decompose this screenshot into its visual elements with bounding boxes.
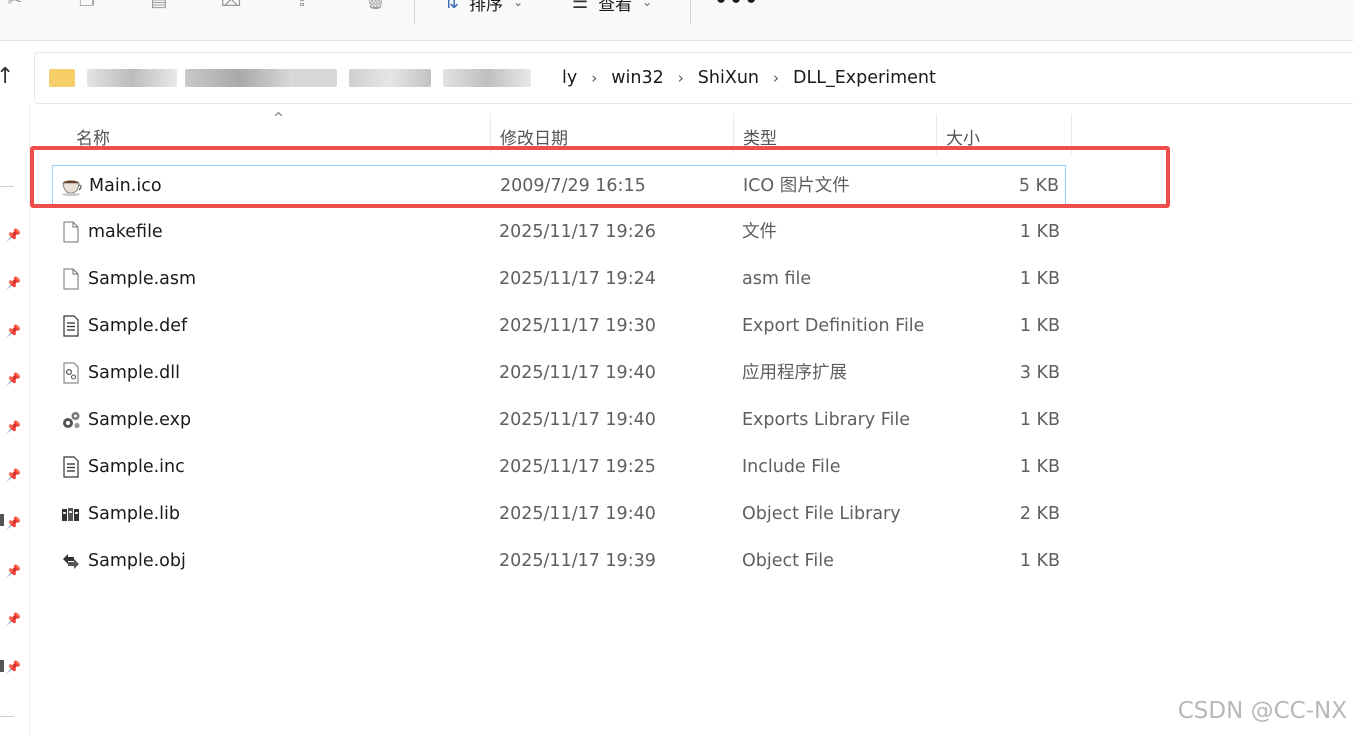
file-name: makefile: [88, 222, 163, 242]
sort-button[interactable]: ⇅ 排序 ⌄: [444, 0, 524, 15]
nav-item-clipped[interactable]: [0, 660, 4, 672]
file-size: 1 KB: [1019, 316, 1060, 336]
navigation-pane: 📌 📌 📌 📌 📌 📌 📌 📌 📌 📌: [0, 104, 30, 735]
blurred-crumb: [185, 69, 295, 87]
highlight-annotation-box: [30, 146, 1170, 208]
file-type: Include File: [742, 457, 841, 477]
file-row-sample-asm[interactable]: Sample.asm 2025/11/17 19:24 asm file 1 K…: [52, 259, 1066, 299]
chevron-down-icon: ⌄: [513, 0, 524, 9]
blurred-crumb: [87, 69, 177, 87]
copy-icon[interactable]: ❐: [76, 0, 98, 10]
file-date: 2025/11/17 19:24: [499, 269, 656, 289]
pin-icon[interactable]: 📌: [6, 516, 21, 530]
file-type: 文件: [742, 222, 777, 242]
chevron-right-icon[interactable]: ›: [678, 69, 684, 87]
chevron-right-icon[interactable]: ›: [773, 69, 779, 87]
file-date: 2025/11/17 19:39: [499, 551, 656, 571]
cut-icon[interactable]: ✂: [4, 0, 26, 10]
toolbar-divider: [414, 0, 415, 24]
file-date: 2025/11/17 19:26: [499, 222, 656, 242]
toolbar-divider: [690, 0, 691, 24]
nav-item-clipped[interactable]: [0, 514, 4, 526]
file-size: 1 KB: [1019, 222, 1060, 242]
nav-divider: [0, 186, 14, 187]
file-size: 1 KB: [1019, 551, 1060, 571]
file-size: 1 KB: [1019, 457, 1060, 477]
sort-label: 排序: [469, 0, 504, 15]
more-options-button[interactable]: •••: [714, 0, 759, 13]
file-type: Export Definition File: [742, 316, 925, 336]
pin-icon[interactable]: 📌: [6, 324, 21, 338]
chevron-right-icon[interactable]: ›: [591, 69, 597, 87]
pin-icon[interactable]: 📌: [6, 276, 21, 290]
file-row-sample-def[interactable]: Sample.def 2025/11/17 19:30 Export Defin…: [52, 306, 1066, 346]
blurred-crumb: [293, 69, 337, 87]
file-row-sample-exp[interactable]: Sample.exp 2025/11/17 19:40 Exports Libr…: [52, 400, 1066, 440]
rename-icon[interactable]: ⌧: [220, 0, 242, 10]
file-row-sample-lib[interactable]: Sample.lib 2025/11/17 19:40 Object File …: [52, 494, 1066, 534]
pin-icon[interactable]: 📌: [6, 564, 21, 578]
file-size: 3 KB: [1019, 363, 1060, 383]
file-type: asm file: [742, 269, 812, 289]
up-arrow-icon[interactable]: ↑: [0, 64, 14, 89]
file-name: Sample.def: [88, 316, 188, 336]
breadcrumb-partial[interactable]: ly: [562, 68, 577, 88]
file-row-sample-dll[interactable]: Sample.dll 2025/11/17 19:40 应用程序扩展 3 KB: [52, 353, 1066, 393]
pin-icon[interactable]: 📌: [6, 372, 21, 386]
object-file-icon: [63, 554, 79, 569]
file-name: Sample.asm: [88, 269, 197, 289]
breadcrumb-dll-experiment[interactable]: DLL_Experiment: [793, 68, 936, 88]
file-type: 应用程序扩展: [742, 363, 847, 383]
sort-icon: ⇅: [444, 0, 460, 13]
breadcrumb: ly › win32 › ShiXun › DLL_Experiment: [562, 67, 936, 89]
blank-file-icon: [63, 221, 79, 243]
file-type: Object File Library: [742, 504, 901, 524]
text-file-icon: [63, 315, 79, 337]
pin-icon[interactable]: 📌: [6, 660, 21, 674]
pin-icon[interactable]: 📌: [6, 612, 21, 626]
file-date: 2025/11/17 19:40: [499, 363, 656, 383]
file-row-sample-obj[interactable]: Sample.obj 2025/11/17 19:39 Object File …: [52, 541, 1066, 581]
file-type: Object File: [742, 551, 834, 571]
file-row-sample-inc[interactable]: Sample.inc 2025/11/17 19:25 Include File…: [52, 447, 1066, 487]
file-size: 1 KB: [1019, 410, 1060, 430]
dll-file-icon: [63, 362, 79, 384]
address-bar[interactable]: ly › win32 › ShiXun › DLL_Experiment: [34, 52, 1353, 104]
file-name: Sample.lib: [88, 504, 181, 524]
nav-divider: [0, 716, 14, 717]
file-row-makefile[interactable]: makefile 2025/11/17 19:26 文件 1 KB: [52, 212, 1066, 252]
file-date: 2025/11/17 19:40: [499, 410, 656, 430]
share-icon[interactable]: ⇪: [291, 0, 313, 10]
blurred-crumb: [349, 69, 431, 87]
view-label: 查看: [598, 0, 633, 15]
pin-icon[interactable]: 📌: [6, 420, 21, 434]
blurred-crumb: [443, 69, 531, 87]
paste-icon[interactable]: ▤: [148, 0, 170, 10]
file-name: Sample.inc: [88, 457, 185, 477]
pin-icon[interactable]: 📌: [6, 228, 21, 242]
gears-icon: [63, 412, 80, 429]
view-button[interactable]: ☰ 查看 ⌄: [572, 0, 653, 15]
chevron-down-icon: ⌄: [642, 0, 653, 9]
file-name: Sample.exp: [88, 410, 192, 430]
file-size: 2 KB: [1019, 504, 1060, 524]
file-name: Sample.obj: [88, 551, 186, 571]
blank-file-icon: [63, 268, 79, 290]
text-file-icon: [63, 456, 79, 478]
command-bar: ✂ ❐ ▤ ⌧ ⇪ 🗑 ⇅ 排序 ⌄ ☰ 查看 ⌄ •••: [0, 0, 1353, 41]
view-icon: ☰: [572, 0, 589, 13]
library-icon: [62, 508, 79, 521]
file-name: Sample.dll: [88, 363, 181, 383]
pin-icon[interactable]: 📌: [6, 468, 21, 482]
watermark: CSDN @CC-NX: [1177, 698, 1347, 724]
file-date: 2025/11/17 19:25: [499, 457, 656, 477]
folder-icon: [49, 69, 75, 87]
file-date: 2025/11/17 19:40: [499, 504, 656, 524]
file-size: 1 KB: [1019, 269, 1060, 289]
breadcrumb-win32[interactable]: win32: [611, 68, 664, 88]
delete-icon[interactable]: 🗑: [364, 0, 387, 10]
breadcrumb-shixun[interactable]: ShiXun: [698, 68, 759, 88]
file-type: Exports Library File: [742, 410, 911, 430]
file-date: 2025/11/17 19:30: [499, 316, 656, 336]
